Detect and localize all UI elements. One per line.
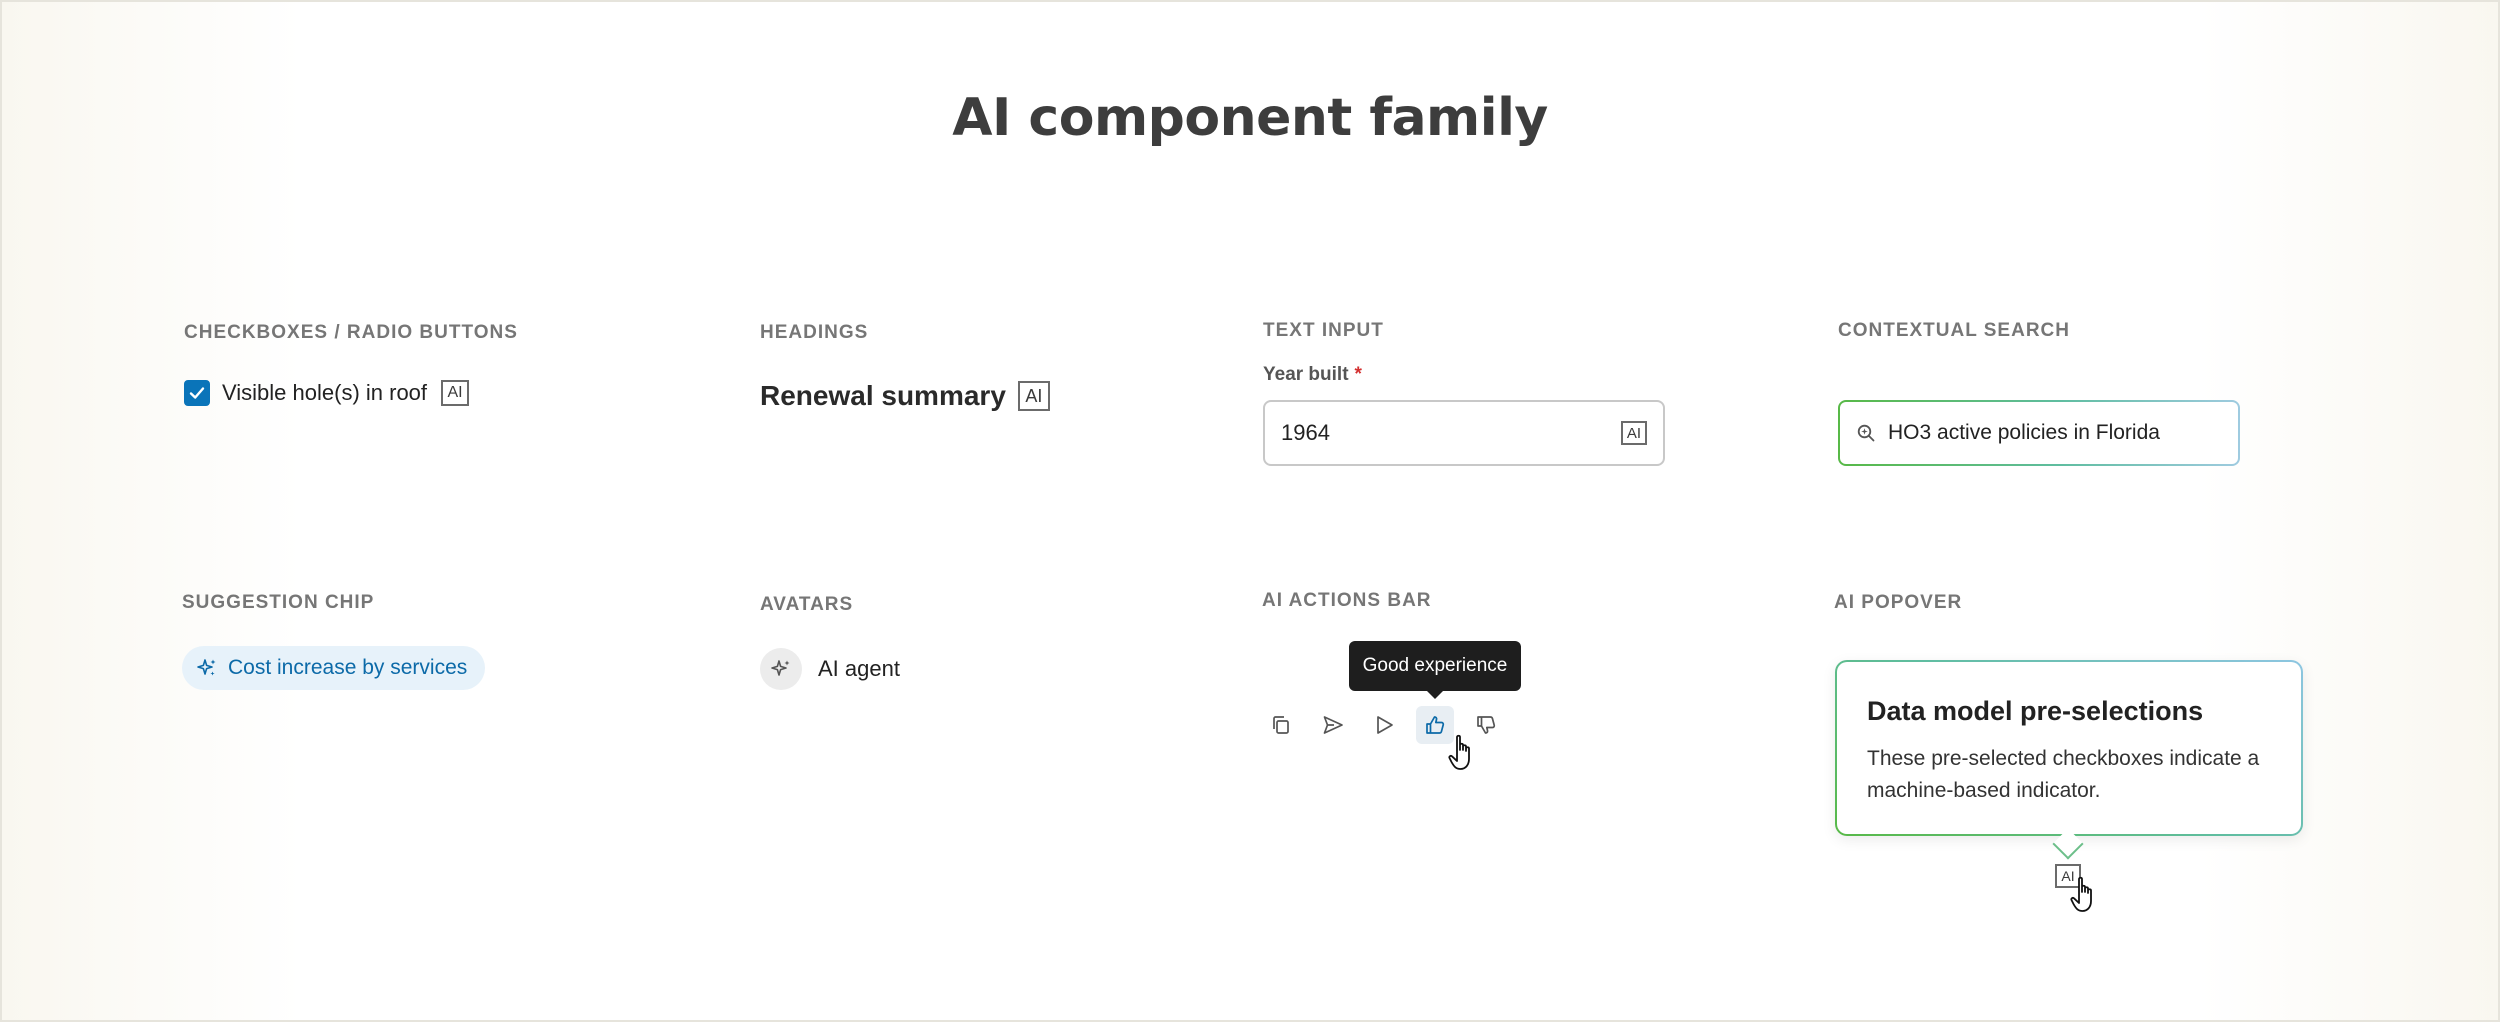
ai-heading: Renewal summary AI bbox=[760, 380, 1050, 412]
field-label-year-built: Year built * bbox=[1263, 364, 1362, 385]
play-button[interactable] bbox=[1365, 706, 1403, 744]
canvas-frame bbox=[0, 0, 2500, 1022]
checkbox-checked[interactable] bbox=[184, 380, 210, 406]
avatar-name: AI agent bbox=[818, 656, 900, 681]
section-label-contextual-search: CONTEXTUAL SEARCH bbox=[1838, 320, 2070, 341]
page-title: AI component family bbox=[952, 88, 1548, 148]
section-label-checkboxes: CHECKBOXES / RADIO BUTTONS bbox=[184, 322, 518, 343]
sparkle-icon bbox=[197, 659, 216, 676]
contextual-search-input[interactable]: HO3 active policies in Florida bbox=[1838, 400, 2240, 466]
suggestion-chip[interactable]: Cost increase by services bbox=[182, 646, 486, 690]
section-label-avatars: AVATARS bbox=[760, 594, 854, 615]
section-label-actions-bar: AI ACTIONS BAR bbox=[1262, 590, 1432, 611]
copy-button[interactable] bbox=[1262, 706, 1300, 744]
year-built-input[interactable]: 1964 AI bbox=[1263, 400, 1665, 466]
chip-label: Cost increase by services bbox=[228, 656, 468, 679]
send-icon bbox=[1323, 716, 1343, 734]
tooltip: Good experience bbox=[1349, 641, 1521, 699]
copy-icon bbox=[1273, 716, 1289, 734]
section-label-popover: AI POPOVER bbox=[1834, 592, 1963, 613]
section-label-text-input: TEXT INPUT bbox=[1263, 320, 1384, 341]
search-query[interactable]: HO3 active policies in Florida bbox=[1888, 421, 2160, 445]
checkbox-label: Visible hole(s) in roof bbox=[222, 380, 428, 405]
hand-cursor-icon bbox=[1448, 734, 1470, 770]
popover-body: These pre-selected checkboxes indicate a… bbox=[1867, 747, 2260, 802]
required-marker: * bbox=[1354, 364, 1362, 385]
ai-search-icon bbox=[1857, 424, 1875, 442]
section-label-headings: HEADINGS bbox=[760, 322, 869, 343]
ai-avatar-row: AI agent bbox=[760, 648, 900, 690]
popover-title: Data model pre-selections bbox=[1867, 696, 2204, 726]
ai-badge: AI bbox=[1621, 421, 1647, 445]
send-button[interactable] bbox=[1314, 706, 1352, 744]
input-value[interactable]: 1964 bbox=[1281, 420, 1330, 446]
heading-text: Renewal summary bbox=[760, 380, 1006, 411]
thumbs-up-icon bbox=[1426, 716, 1445, 734]
hand-cursor-icon bbox=[2070, 876, 2092, 912]
section-label-suggestion-chip: SUGGESTION CHIP bbox=[182, 592, 375, 613]
ai-checkbox-row[interactable]: Visible hole(s) in roof AI bbox=[184, 380, 470, 406]
ai-badge: AI bbox=[1017, 381, 1050, 411]
sparkle-icon bbox=[771, 660, 790, 676]
avatar bbox=[760, 648, 802, 690]
ai-popover: Data model pre-selections These pre-sele… bbox=[1835, 660, 2303, 836]
ai-badge: AI bbox=[441, 380, 470, 406]
checkmark-icon bbox=[189, 387, 205, 399]
play-icon bbox=[1377, 716, 1393, 734]
